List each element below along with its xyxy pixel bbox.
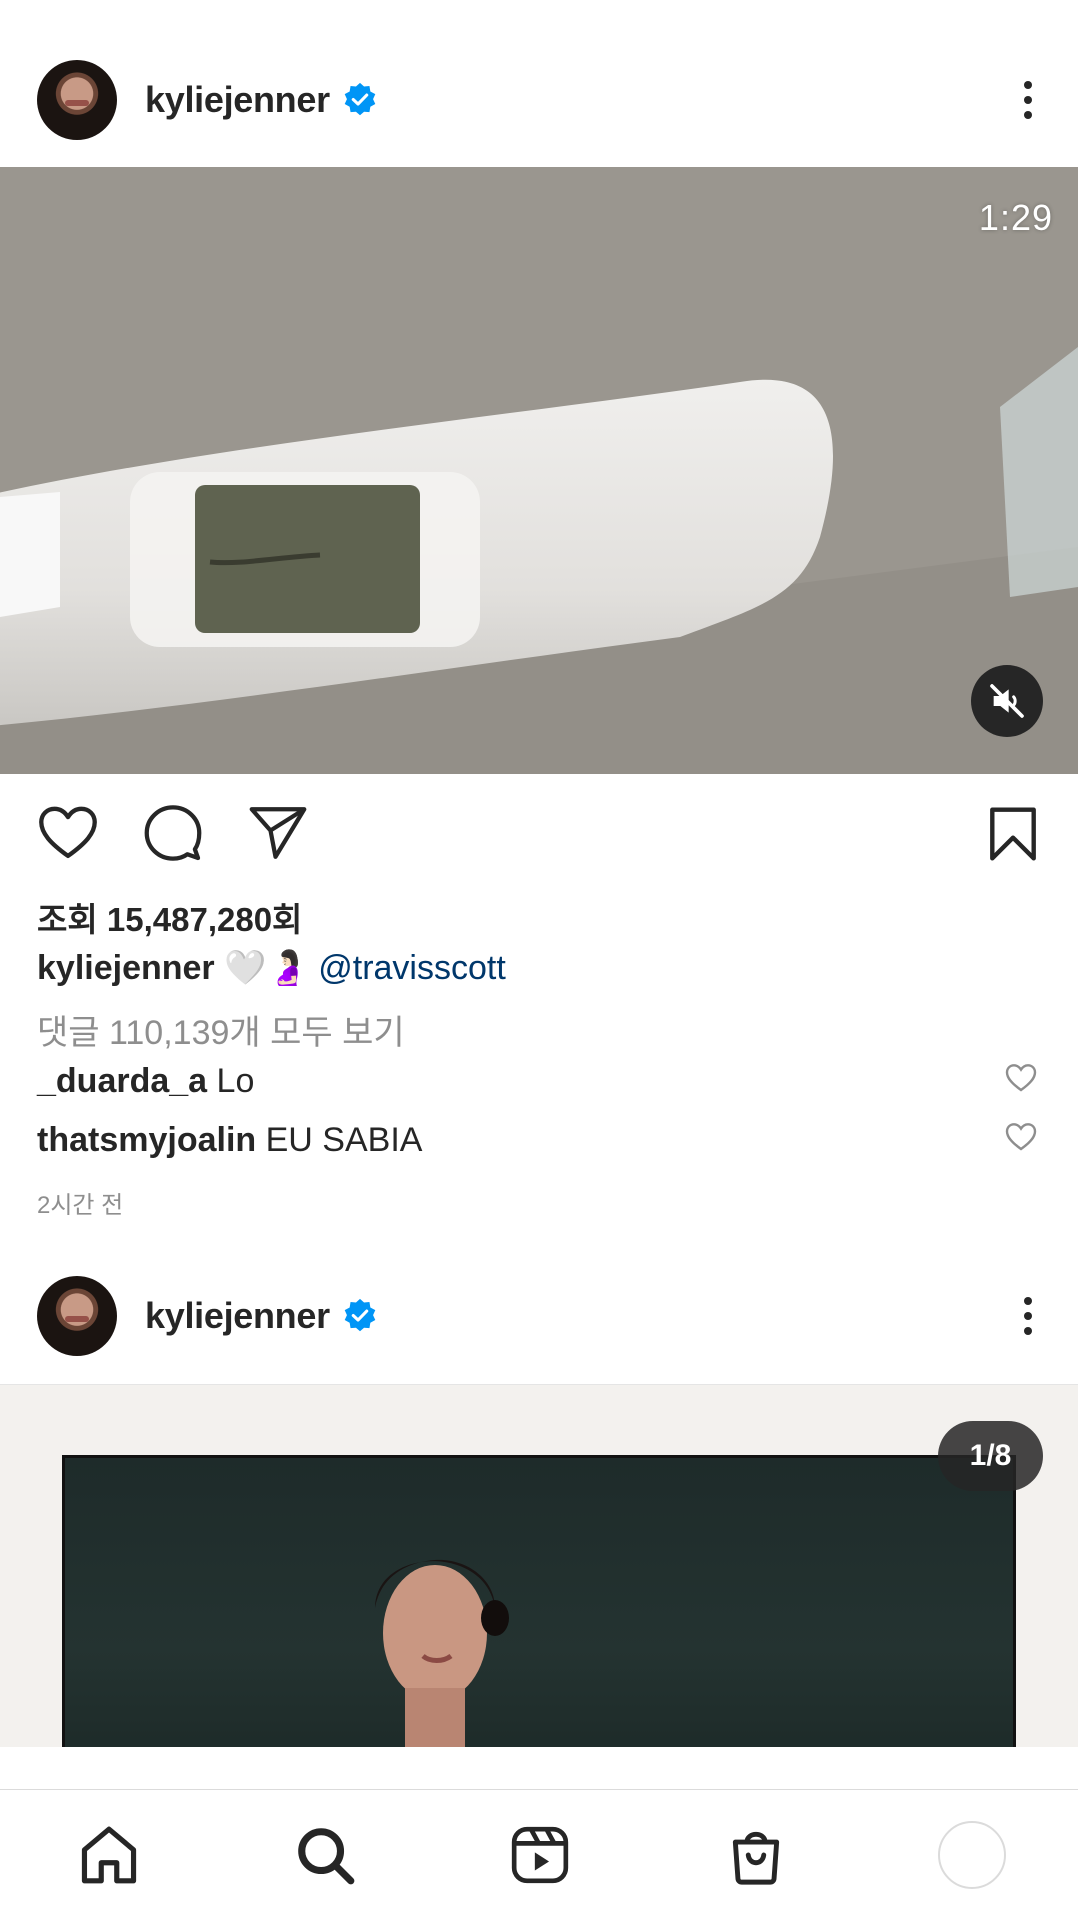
nav-profile[interactable] [937, 1820, 1007, 1890]
post-actions [0, 800, 1078, 870]
comment-row: thatsmyjoalin EU SABIA [37, 1121, 422, 1160]
nav-reels[interactable] [505, 1820, 575, 1890]
dot [1024, 81, 1032, 89]
comment-heart-icon[interactable] [1005, 1063, 1037, 1093]
avatar[interactable] [37, 60, 117, 140]
verified-badge-icon [344, 82, 376, 116]
bookmark-icon[interactable] [988, 806, 1038, 862]
dot [1024, 111, 1032, 119]
search-icon [298, 1828, 355, 1885]
more-options-button[interactable] [1008, 70, 1048, 130]
nav-home[interactable] [74, 1820, 144, 1890]
reels-icon [511, 1826, 569, 1884]
mute-button[interactable] [971, 665, 1043, 737]
post-timestamp: 2시간 전 [37, 1192, 124, 1219]
comment-row: _duarda_a Lo [37, 1062, 254, 1101]
portrait-figure [375, 1559, 509, 1747]
caption-text: 🤍🤰🏻 [224, 949, 319, 987]
nav-shop[interactable] [721, 1820, 791, 1890]
carousel-pagination: 1/8 [938, 1421, 1043, 1491]
profile-avatar [938, 1821, 1006, 1889]
video-duration: 1:29 [978, 197, 1053, 238]
more-options-button[interactable] [1008, 1286, 1048, 1346]
video-frame [0, 167, 1078, 774]
post-username[interactable]: kyliejenner [145, 1295, 330, 1337]
comment-text: Lo [216, 1062, 255, 1100]
share-icon[interactable] [248, 805, 308, 861]
polaroid-image [62, 1455, 1016, 1747]
heart-icon[interactable] [37, 805, 99, 861]
post-header: kyliejenner [0, 1257, 1078, 1375]
shop-icon [732, 1831, 780, 1885]
dot [1024, 1327, 1032, 1335]
comment-username[interactable]: _duarda_a [37, 1062, 207, 1100]
home-icon [81, 1826, 137, 1884]
dot [1024, 1297, 1032, 1305]
bottom-navigation [0, 1789, 1078, 1918]
dot [1024, 96, 1032, 104]
verified-badge-icon [344, 1298, 376, 1332]
post-video[interactable]: 1:29 [0, 167, 1078, 774]
view-all-comments-link[interactable]: 댓글 110,139개 모두 보기 [37, 1005, 405, 1054]
caption-username[interactable]: kyliejenner [37, 949, 215, 987]
comment-icon[interactable] [143, 803, 203, 863]
speaker-muted-icon [990, 684, 1024, 718]
comment-text: EU SABIA [265, 1121, 423, 1159]
comment-heart-icon[interactable] [1005, 1122, 1037, 1152]
caption-mention[interactable]: @travisscott [318, 949, 506, 987]
post-header: kyliejenner [0, 41, 1078, 159]
post-caption: kyliejenner 🤍🤰🏻 @travisscott [37, 948, 506, 988]
nav-search[interactable] [290, 1820, 360, 1890]
avatar[interactable] [37, 1276, 117, 1356]
comment-username[interactable]: thatsmyjoalin [37, 1121, 256, 1159]
view-count: 조회 15,487,280회 [37, 901, 303, 938]
post-username[interactable]: kyliejenner [145, 79, 330, 121]
post-photo[interactable]: 1/8 [0, 1384, 1078, 1747]
dot [1024, 1312, 1032, 1320]
